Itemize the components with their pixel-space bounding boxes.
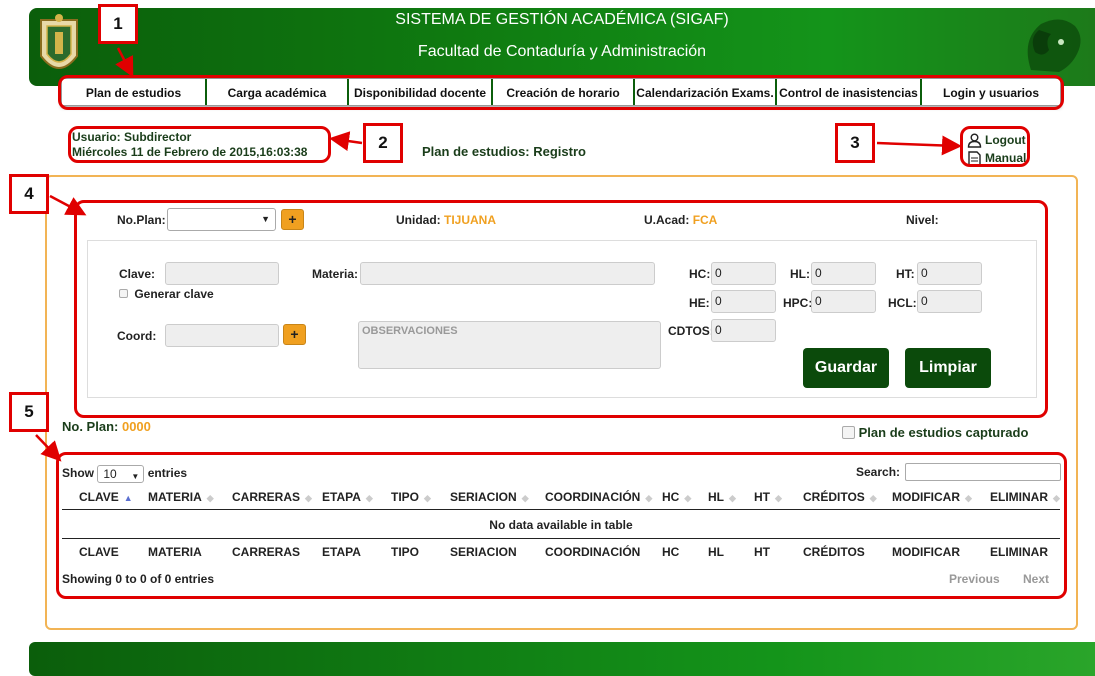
arrow-3 [876, 135, 962, 156]
arrow-4 [49, 194, 87, 216]
arrow-1 [115, 47, 134, 78]
arrow-2 [329, 131, 363, 152]
arrow-5 [35, 434, 62, 462]
annotation-arrows [35, 47, 962, 462]
